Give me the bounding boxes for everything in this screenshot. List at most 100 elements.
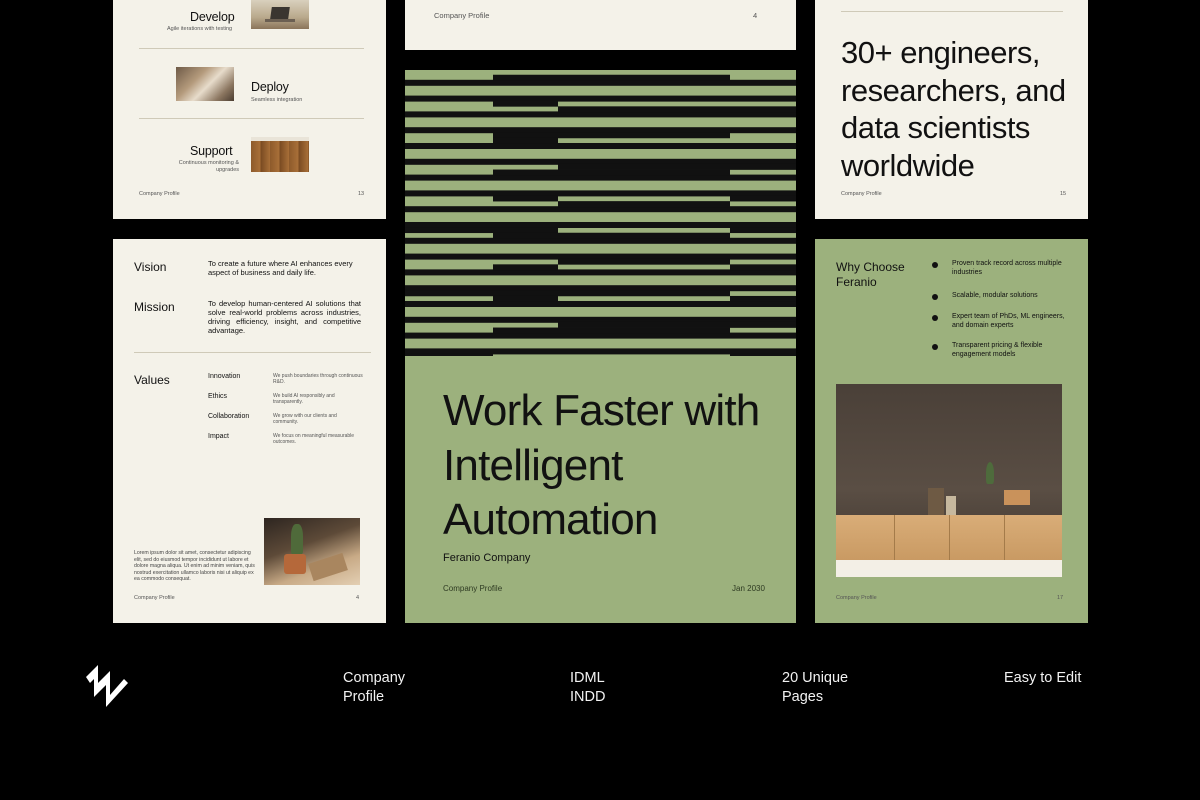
wooden-cabinet-photo [251,137,309,172]
stripe-pattern [405,74,796,356]
page-footer: Company Profile [836,595,877,601]
interior-sideboard-photo [836,384,1062,577]
page-number: 17 [1057,595,1064,601]
value-desc: We focus on meaningful measurable outcom… [273,433,355,446]
company-name: Feranio Company [443,552,531,564]
divider [139,118,364,119]
stripe-segment [493,132,558,139]
bullet-text: Transparent pricing & flexible engagemen… [952,342,1043,358]
bullet-dot [932,262,938,268]
stripe-segment [405,290,493,297]
stripe-segment [405,353,493,356]
stripe-segment [493,74,558,81]
bullet-text: Scalable, modular solutions [952,292,1038,299]
stripe-segment [730,353,796,356]
page-13-services: Develop Agile iterations with testing De… [113,0,386,219]
page-footer: Company Profile [443,584,503,593]
stripe-segment [558,327,730,334]
value-desc: We build AI responsibly and transparentl… [273,393,335,406]
page-4-top-strip: Company Profile 4 [405,0,796,50]
page-number: 4 [753,11,758,20]
stripe-segment [730,321,796,328]
stripe-segment [730,163,796,170]
stripe-segment [558,258,730,265]
bullet-text: Expert team of PhDs, ML engineers, and d… [952,313,1065,329]
feature-line: INDD [570,689,606,705]
page-number: 13 [358,191,365,197]
page-15-statement: 30+ engineers, researchers, and data sci… [815,0,1088,219]
stripe-band [405,142,796,149]
feature-easy-to-edit: Easy to Edit [1004,669,1081,688]
architecture-arch-photo [176,67,234,101]
feature-line: Pages [782,689,824,705]
stripe-segment [493,232,558,239]
stripe-segment [558,169,730,176]
body-paragraph: Lorem ipsum dolor sit amet, consectetur … [134,550,255,583]
why-choose-heading: Why Choose Feranio [836,260,905,289]
page-footer: Company Profile [139,191,180,197]
feature-file-formats: IDML INDD [570,669,605,707]
stripe-segment [730,195,796,202]
values-label: Values [134,373,170,387]
stripe-segment [558,201,730,208]
page-number: 4 [356,595,360,601]
mission-text: To develop human-centered AI solutions t… [208,299,361,335]
cover-date: Jan 2030 [732,584,765,593]
value-name: Ethics [208,393,228,400]
stripe-segment [493,295,558,302]
stripe-segment [730,264,796,271]
stripe-segment [493,264,558,271]
stripe-segment [730,295,796,302]
divider [134,352,371,353]
vision-label: Vision [134,260,167,274]
stripe-segment [493,290,558,297]
stripe-segment [558,290,730,297]
zigzag-logo-icon [86,665,128,707]
cover-title: Work Faster with Intelligent Automation [443,386,760,544]
stripe-segment [493,100,558,107]
value-name: Innovation [208,373,241,380]
stripe-segment [493,227,558,234]
service-desc-deploy: Seamless integration [251,97,303,103]
page-number: 15 [1060,191,1067,197]
stripe-segment [730,227,796,234]
service-title-deploy: Deploy [251,80,289,94]
feature-line: Profile [343,689,385,705]
laptop-desk-photo [251,0,309,29]
stripe-segment [493,137,558,144]
team-size-statement: 30+ engineers, researchers, and data sci… [841,35,1066,183]
page-footer: Company Profile [134,595,175,601]
vision-text: To create a future where AI enhances eve… [208,259,353,277]
feature-line: Company [343,670,406,686]
feature-unique-pages: 20 Unique Pages [782,669,848,707]
value-desc: We grow with our clients and community. [273,413,337,426]
feature-line: Easy to Edit [1004,670,1082,686]
stripe-segment [558,321,730,328]
page-17-why-choose: Why Choose Feranio Proven track record a… [815,239,1088,623]
divider [841,11,1063,12]
stripe-segment [493,169,558,176]
stripe-segment [405,227,493,234]
feature-company-profile: Company Profile [343,669,405,707]
page-footer: Company Profile [434,11,490,20]
stripe-segment [558,163,730,170]
stripe-segment [493,195,558,202]
stripe-band [405,95,796,102]
service-desc-develop: Agile iterations with testing [167,26,233,32]
service-title-support: Support [190,144,233,158]
feature-line: 20 Unique [782,670,849,686]
stripe-segment [730,106,796,113]
stripe-segment [558,74,730,81]
bullet-dot [932,294,938,300]
stripe-segment [558,232,730,239]
stripe-segment [558,132,730,139]
stripe-segment [558,106,730,113]
page-4-vision-mission: Vision To create a future where AI enhan… [113,239,386,623]
value-name: Impact [208,433,230,440]
service-desc-support: Continuous monitoring & upgrades [178,160,239,173]
cover-page: Work Faster with Intelligent Automation … [405,70,796,623]
value-desc: We push boundaries through continuous R&… [273,373,363,386]
divider [139,48,364,49]
feature-line: IDML [570,670,605,686]
stripe-segment [493,327,558,334]
